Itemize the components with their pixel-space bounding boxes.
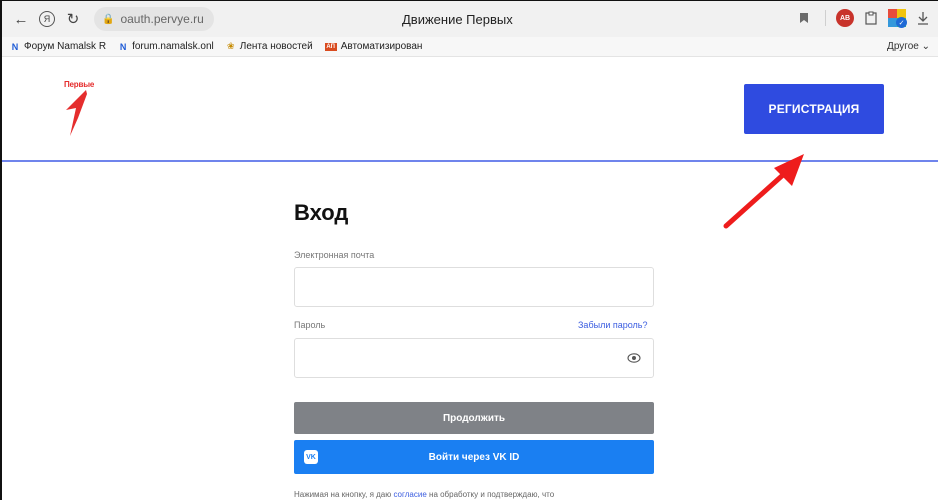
login-title: Вход: [294, 200, 349, 225]
browser-toolbar: ← Я ↻ 🔒 oauth.pervye.ru Движение Первых …: [2, 1, 938, 37]
register-button[interactable]: РЕГИСТРАЦИЯ: [744, 84, 884, 134]
vk-id-login-button[interactable]: VK Войти через VK ID: [294, 440, 654, 474]
automation-icon: АП: [324, 42, 337, 51]
chevron-down-icon: ⌄: [921, 41, 930, 52]
screenshot-frame: ← Я ↻ 🔒 oauth.pervye.ru Движение Первых …: [0, 0, 938, 500]
address-bar[interactable]: 🔒 oauth.pervye.ru: [94, 7, 214, 31]
logo-text: Первые: [64, 80, 95, 89]
vk-button-label: Войти через VK ID: [428, 451, 520, 463]
bookmark-icon[interactable]: [793, 7, 815, 29]
bookmark-forum-namalsk-onl[interactable]: N forum.namalsk.onl: [118, 41, 214, 52]
news-icon: ❀: [226, 41, 235, 51]
email-input[interactable]: [294, 267, 654, 307]
colorful-extension-icon[interactable]: ✓: [888, 9, 907, 28]
forgot-password-link[interactable]: Забыли пароль?: [578, 320, 647, 330]
page-tab-title: Движение Первых: [402, 12, 513, 27]
red-annotation-arrow-icon: [723, 154, 804, 229]
address-text: oauth.pervye.ru: [120, 12, 204, 26]
bookmark-automation[interactable]: АП Автоматизирован: [324, 41, 422, 52]
logo-arrow-icon[interactable]: [66, 90, 88, 138]
vk-logo-icon: VK: [304, 450, 318, 464]
site-header: Первые РЕГИСТРАЦИЯ: [2, 57, 938, 161]
consent-link[interactable]: согласие: [393, 490, 426, 499]
yandex-logo-icon[interactable]: Я: [39, 11, 55, 27]
bookmark-forum-namalsk[interactable]: N Форум Namalsk R: [10, 41, 106, 52]
namalsk-icon: N: [11, 41, 19, 52]
download-icon[interactable]: [912, 7, 934, 29]
namalsk-icon: N: [119, 41, 127, 52]
password-label: Пароль: [294, 320, 326, 330]
browser-extensions: AB ✓: [793, 7, 934, 29]
consent-text: Нажимая на кнопку, я даю согласие на обр…: [294, 490, 555, 499]
clipboard-icon[interactable]: [860, 7, 882, 29]
email-label: Электронная почта: [294, 250, 375, 260]
adblock-extension-icon[interactable]: AB: [836, 9, 854, 27]
lock-icon: 🔒: [102, 13, 115, 25]
eye-icon[interactable]: [627, 352, 641, 364]
back-arrow-icon[interactable]: ←: [8, 7, 34, 31]
bookmarks-bar: N Форум Namalsk R N forum.namalsk.onl ❀ …: [2, 37, 938, 57]
reload-icon[interactable]: ↻: [60, 7, 86, 31]
password-input[interactable]: [294, 338, 654, 378]
continue-button[interactable]: Продолжить: [294, 402, 654, 434]
toolbar-separator: [825, 10, 826, 26]
bookmarks-other-menu[interactable]: Другое ⌄: [887, 41, 930, 52]
bookmark-news-feed[interactable]: ❀ Лента новостей: [226, 41, 313, 52]
